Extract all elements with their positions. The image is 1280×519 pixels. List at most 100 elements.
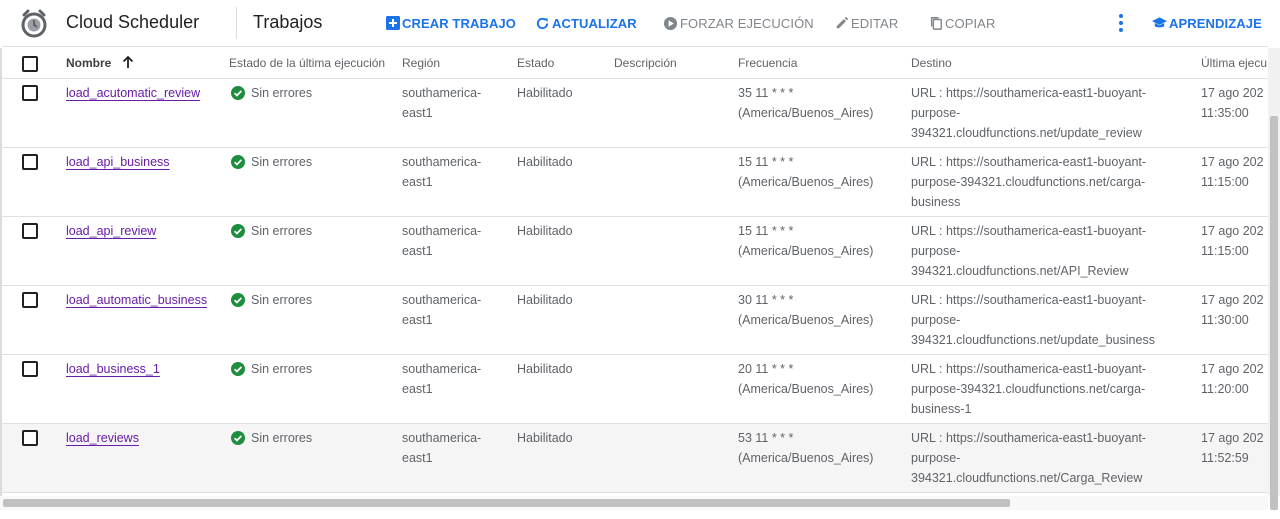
state-cell: Habilitado	[517, 86, 573, 100]
pencil-icon	[834, 16, 849, 31]
state-cell: Habilitado	[517, 362, 573, 376]
table-row[interactable]: load_business_1 Sin errores southamerica…	[2, 355, 1268, 424]
create-job-label: CREAR TRABAJO	[402, 15, 516, 31]
edit-label: EDITAR	[851, 15, 899, 31]
graduation-cap-icon	[1152, 16, 1167, 31]
check-circle-icon	[231, 431, 245, 445]
job-name-link[interactable]: load_reviews	[66, 431, 139, 445]
create-job-button[interactable]: CREAR TRABAJO	[385, 14, 516, 32]
last-run-status: Sin errores	[231, 359, 312, 379]
last-execution-cell: 17 ago 202 11:52:59	[1201, 431, 1264, 465]
target-cell: URL : https://southamerica-east1-buoyant…	[911, 86, 1147, 140]
column-header-frequency[interactable]: Frecuencia	[738, 53, 797, 73]
target-cell: URL : https://southamerica-east1-buoyant…	[911, 293, 1155, 347]
last-execution-cell: 17 ago 202 11:15:00	[1201, 155, 1264, 189]
last-run-text: Sin errores	[251, 155, 313, 169]
column-header-region[interactable]: Región	[402, 53, 440, 73]
copy-button[interactable]: COPIAR	[928, 14, 995, 32]
edit-button[interactable]: EDITAR	[834, 14, 898, 32]
jobs-table: Nombre Estado de la última ejecución Reg…	[2, 48, 1268, 494]
copy-icon	[928, 16, 943, 31]
check-circle-icon	[231, 362, 245, 376]
state-cell: Habilitado	[517, 224, 573, 238]
column-header-description[interactable]: Descripción	[614, 53, 677, 73]
table-row[interactable]: load_reviews Sin errores southamerica- e…	[2, 424, 1268, 493]
target-cell: URL : https://southamerica-east1-buoyant…	[911, 362, 1147, 416]
frequency-cell: 35 11 * * * (America/Buenos_Aires)	[738, 86, 874, 120]
refresh-icon	[535, 16, 550, 31]
check-circle-icon	[231, 86, 245, 100]
select-all-checkbox[interactable]	[22, 56, 38, 72]
force-run-label: FORZAR EJECUCIÓN	[680, 15, 814, 31]
job-name-link[interactable]: load_api_review	[66, 224, 156, 238]
header-divider	[236, 7, 237, 39]
target-cell: URL : https://southamerica-east1-buoyant…	[911, 155, 1147, 209]
last-run-status: Sin errores	[231, 152, 312, 172]
last-run-status: Sin errores	[231, 221, 312, 241]
region-cell: southamerica- east1	[402, 362, 482, 396]
table-row[interactable]: load_automatic_business Sin errores sout…	[2, 286, 1268, 355]
row-checkbox[interactable]	[22, 154, 38, 170]
vertical-scrollbar-thumb[interactable]	[1270, 116, 1278, 510]
region-cell: southamerica- east1	[402, 431, 482, 465]
copy-label: COPIAR	[945, 15, 996, 31]
more-vert-icon[interactable]	[1112, 12, 1130, 34]
column-header-name[interactable]: Nombre	[66, 53, 135, 73]
state-cell: Habilitado	[517, 293, 573, 307]
last-run-text: Sin errores	[251, 362, 313, 376]
horizontal-scrollbar-thumb[interactable]	[3, 499, 1010, 507]
refresh-button[interactable]: ACTUALIZAR	[535, 14, 637, 32]
table-row[interactable]: load_acutomatic_review Sin errores south…	[2, 79, 1268, 148]
state-cell: Habilitado	[517, 155, 573, 169]
table-row[interactable]: load_api_review Sin errores southamerica…	[2, 217, 1268, 286]
region-cell: southamerica- east1	[402, 224, 482, 258]
last-run-text: Sin errores	[251, 86, 313, 100]
learn-button[interactable]: APRENDIZAJE	[1152, 14, 1262, 32]
add-box-icon	[385, 16, 400, 31]
frequency-cell: 53 11 * * * (America/Buenos_Aires)	[738, 431, 874, 465]
last-run-status: Sin errores	[231, 428, 312, 448]
table-row[interactable]: load_api_business Sin errores southameri…	[2, 148, 1268, 217]
region-cell: southamerica- east1	[402, 293, 482, 327]
frequency-cell: 15 11 * * * (America/Buenos_Aires)	[738, 155, 874, 189]
last-execution-cell: 17 ago 202 11:20:00	[1201, 362, 1264, 396]
force-run-button[interactable]: FORZAR EJECUCIÓN	[663, 14, 814, 32]
last-run-text: Sin errores	[251, 431, 313, 445]
column-header-last-run[interactable]: Estado de la última ejecución	[229, 53, 385, 73]
cloud-scheduler-app: Cloud Scheduler Trabajos CREAR TRABAJO A…	[0, 0, 1280, 519]
job-name-link[interactable]: load_api_business	[66, 155, 170, 169]
check-circle-icon	[231, 293, 245, 307]
last-run-status: Sin errores	[231, 83, 312, 103]
row-checkbox[interactable]	[22, 361, 38, 377]
target-cell: URL : https://southamerica-east1-buoyant…	[911, 431, 1147, 485]
last-execution-cell: 17 ago 202 11:15:00	[1201, 224, 1264, 258]
job-name-link[interactable]: load_acutomatic_review	[66, 86, 200, 100]
check-circle-icon	[231, 224, 245, 238]
row-checkbox[interactable]	[22, 223, 38, 239]
last-execution-cell: 17 ago 202 11:35:00	[1201, 86, 1264, 120]
column-header-state[interactable]: Estado	[517, 53, 554, 73]
check-circle-icon	[231, 155, 245, 169]
toolbar-divider	[2, 46, 1268, 47]
toolbar: Cloud Scheduler Trabajos CREAR TRABAJO A…	[0, 0, 1280, 46]
last-run-text: Sin errores	[251, 224, 313, 238]
job-name-link[interactable]: load_automatic_business	[66, 293, 207, 307]
row-checkbox[interactable]	[22, 85, 38, 101]
row-checkbox[interactable]	[22, 430, 38, 446]
region-cell: southamerica- east1	[402, 155, 482, 189]
row-checkbox[interactable]	[22, 292, 38, 308]
table-header-row: Nombre Estado de la última ejecución Reg…	[2, 48, 1268, 79]
last-run-text: Sin errores	[251, 293, 313, 307]
column-header-target[interactable]: Destino	[911, 53, 952, 73]
job-name-link[interactable]: load_business_1	[66, 362, 160, 376]
page-title: Trabajos	[253, 12, 323, 32]
last-execution-cell: 17 ago 202 11:30:00	[1201, 293, 1264, 327]
cloud-scheduler-clock-icon	[21, 9, 47, 38]
frequency-cell: 30 11 * * * (America/Buenos_Aires)	[738, 293, 874, 327]
state-cell: Habilitado	[517, 431, 573, 445]
frequency-cell: 20 11 * * * (America/Buenos_Aires)	[738, 362, 874, 396]
column-header-last-execution[interactable]: Última ejecu	[1201, 53, 1267, 73]
region-cell: southamerica- east1	[402, 86, 482, 120]
target-cell: URL : https://southamerica-east1-buoyant…	[911, 224, 1147, 278]
play-circle-icon	[663, 16, 678, 31]
